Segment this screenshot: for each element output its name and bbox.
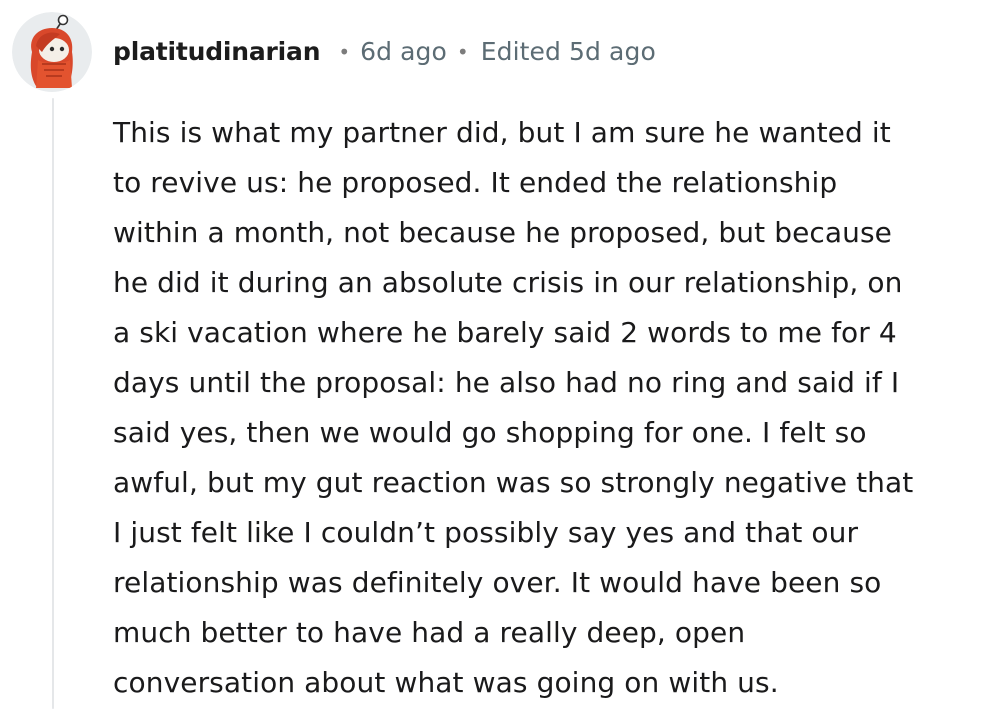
comment-body-line: relationship was definitely over. It wou… bbox=[113, 566, 882, 599]
comment-body-line: awful, but my gut reaction was so strong… bbox=[113, 466, 914, 499]
comment-body: This is what my partner did, but I am su… bbox=[113, 108, 993, 708]
comment-body-line: conversation about what was going on wit… bbox=[113, 666, 779, 699]
snoo-avatar-icon bbox=[12, 12, 92, 92]
post-timestamp[interactable]: 6d ago bbox=[360, 32, 447, 72]
comment-body-line: a ski vacation where he barely said 2 wo… bbox=[113, 316, 897, 349]
comment-body-line: much better to have had a really deep, o… bbox=[113, 616, 746, 649]
comment-body-line: he did it during an absolute crisis in o… bbox=[113, 266, 903, 299]
comment-body-line: to revive us: he proposed. It ended the … bbox=[113, 166, 838, 199]
meta-separator: • bbox=[338, 40, 351, 64]
edited-label: Edited 5d ago bbox=[480, 37, 656, 66]
avatar[interactable] bbox=[12, 12, 92, 92]
author-username[interactable]: platitudinarian bbox=[113, 32, 321, 72]
comment-meta: platitudinarian • 6d ago • Edited 5d ago bbox=[113, 32, 656, 72]
comment-body-line: I just felt like I couldn’t possibly say… bbox=[113, 516, 859, 549]
comment: platitudinarian • 6d ago • Edited 5d ago… bbox=[0, 0, 1007, 709]
comment-body-line: within a month, not because he proposed,… bbox=[113, 216, 893, 249]
comment-body-line: said yes, then we would go shopping for … bbox=[113, 416, 867, 449]
comment-body-line: This is what my partner did, but I am su… bbox=[113, 116, 891, 149]
thread-line[interactable] bbox=[52, 98, 54, 709]
meta-separator: • bbox=[456, 40, 469, 64]
comment-body-line: days until the proposal: he also had no … bbox=[113, 366, 900, 399]
